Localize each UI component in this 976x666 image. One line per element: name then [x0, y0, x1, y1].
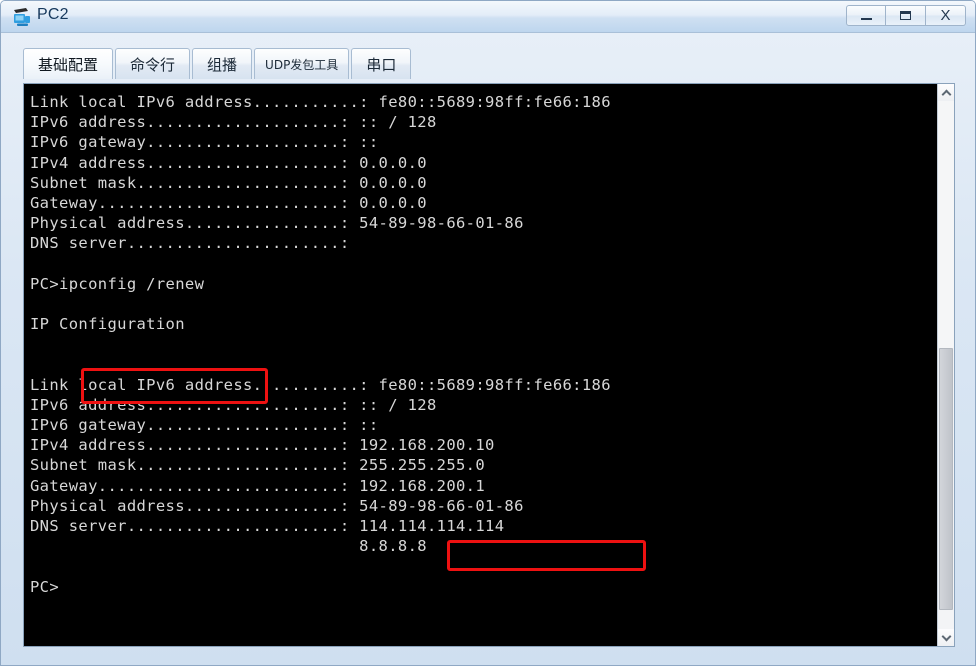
tab-label: 基础配置 — [38, 55, 99, 74]
tab-4[interactable]: 串口 — [351, 48, 412, 79]
minimize-button[interactable] — [846, 5, 886, 26]
terminal-line: DNS server......................: — [30, 234, 350, 253]
window-title: PC2 — [37, 6, 69, 23]
terminal-line: Link local IPv6 address...........: fe80… — [30, 375, 611, 394]
vertical-scrollbar[interactable] — [937, 84, 954, 646]
terminal-line: Subnet mask.....................: 255.25… — [30, 456, 486, 475]
close-button[interactable]: X — [926, 5, 966, 26]
pc2-window: PC2 X 基础配置 命令行 组播 UDP发包工具 串口 Link local IPv6… — [0, 0, 976, 666]
terminal-line: Gateway.........................: 192.16… — [30, 476, 486, 495]
scroll-down-button[interactable] — [938, 629, 954, 646]
maximize-button[interactable] — [886, 5, 926, 26]
terminal-line: Physical address................: 54-89-… — [30, 496, 524, 515]
pc-device-icon — [11, 7, 33, 27]
terminal-line: IPv4 address....................: 192.16… — [30, 436, 495, 455]
tab-0[interactable]: 基础配置 — [23, 48, 114, 79]
terminal-output[interactable]: Link local IPv6 address...........: fe80… — [24, 84, 938, 646]
tab-label: 命令行 — [130, 55, 176, 74]
terminal-line: Link local IPv6 address...........: fe80… — [30, 93, 611, 111]
maximize-icon — [900, 11, 911, 20]
tab-label: 组播 — [207, 55, 238, 74]
tab-2[interactable]: 组播 — [192, 48, 253, 79]
terminal-line: IP Configuration — [30, 315, 185, 334]
terminal-panel: Link local IPv6 address...........: fe80… — [23, 83, 955, 647]
terminal-line: IPv6 gateway....................: :: — [30, 416, 379, 434]
tab-bar: 基础配置 命令行 组播 UDP发包工具 串口 — [23, 45, 413, 79]
terminal-line: PC> — [30, 577, 60, 596]
terminal-line: IPv6 gateway....................: :: — [30, 133, 379, 152]
tab-label: UDP发包工具 — [265, 57, 339, 72]
scroll-up-button[interactable] — [938, 84, 954, 101]
close-icon: X — [940, 7, 951, 24]
minimize-icon — [860, 18, 872, 20]
terminal-line: Physical address................: 54-89-… — [30, 214, 524, 233]
terminal-line: Gateway.........................: 0.0.0.… — [30, 193, 427, 212]
terminal-line: DNS server......................: 114.11… — [30, 516, 505, 535]
tab-1[interactable]: 命令行 — [115, 48, 191, 79]
terminal-line: IPv6 address....................: :: / 1… — [30, 113, 437, 132]
terminal-line: 8.8.8.8 — [30, 537, 427, 556]
chevron-down-icon — [941, 631, 951, 641]
tab-3[interactable]: UDP发包工具 — [254, 48, 350, 79]
scrollbar-thumb[interactable] — [939, 348, 953, 610]
scrollbar-track[interactable] — [938, 101, 954, 348]
terminal-line: PC>ipconfig /renew — [30, 274, 205, 293]
terminal-line: IPv6 address....................: :: / 1… — [30, 395, 437, 414]
terminal-line: IPv4 address....................: 0.0.0.… — [30, 153, 427, 172]
window-titlebar[interactable]: PC2 X — [1, 1, 975, 33]
tab-label: 串口 — [366, 55, 397, 74]
chevron-up-icon — [941, 89, 951, 99]
terminal-line: Subnet mask.....................: 0.0.0.… — [30, 173, 427, 192]
